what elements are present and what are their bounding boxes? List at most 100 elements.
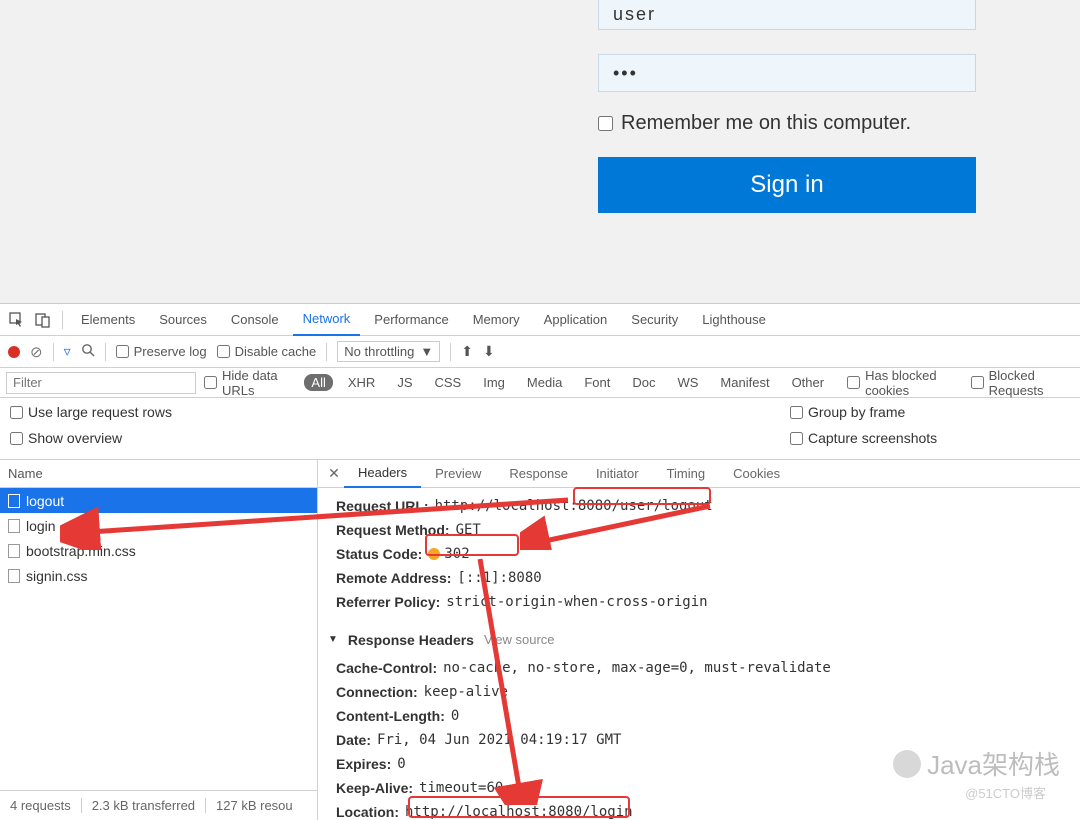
label: Date: <box>336 728 371 752</box>
tab-application[interactable]: Application <box>534 304 618 336</box>
devtools-tabs: Elements Sources Console Network Perform… <box>0 304 1080 336</box>
capture-screenshots-label: Capture screenshots <box>808 430 937 446</box>
filter-type-media[interactable]: Media <box>520 374 569 391</box>
label: Connection: <box>336 680 418 704</box>
label: Remote Address: <box>336 566 451 590</box>
show-overview-label: Show overview <box>28 430 122 446</box>
tab-console[interactable]: Console <box>221 304 289 336</box>
filter-type-doc[interactable]: Doc <box>625 374 662 391</box>
blocked-requests-checkbox[interactable]: Blocked Requests <box>971 368 1074 398</box>
label: Status Code: <box>336 542 422 566</box>
remote-address-line: Remote Address:[::1]:8080 <box>328 566 1070 590</box>
section-label: Response Headers <box>348 628 474 652</box>
detail-tab-timing[interactable]: Timing <box>653 460 720 488</box>
value: Fri, 04 Jun 2021 04:19:17 GMT <box>377 728 621 752</box>
separator <box>105 343 106 361</box>
capture-screenshots-checkbox[interactable]: Capture screenshots <box>790 430 1070 446</box>
label: Request URL: <box>336 494 429 518</box>
request-list: logout login bootstrap.min.css signin.cs… <box>0 488 317 790</box>
filter-input[interactable] <box>6 372 196 394</box>
has-blocked-cookies-checkbox[interactable]: Has blocked cookies <box>847 368 963 398</box>
filter-type-all[interactable]: All <box>304 374 332 391</box>
label: Cache-Control: <box>336 656 437 680</box>
throttling-value: No throttling <box>344 344 414 359</box>
filter-type-ws[interactable]: WS <box>670 374 705 391</box>
cache-control-line: Cache-Control:no-cache, no-store, max-ag… <box>328 656 1070 680</box>
hide-data-urls-label: Hide data URLs <box>222 368 296 398</box>
request-row-signin[interactable]: signin.css <box>0 563 317 588</box>
download-har-icon[interactable]: ⬇ <box>483 343 495 360</box>
request-name: logout <box>26 493 64 509</box>
record-button[interactable] <box>8 346 20 358</box>
upload-har-icon[interactable]: ⬆ <box>461 343 473 360</box>
group-by-frame-checkbox[interactable]: Group by frame <box>790 404 1070 420</box>
inspect-icon[interactable] <box>6 312 28 328</box>
clear-button[interactable]: ⊘ <box>30 343 43 361</box>
request-detail-column: ✕ Headers Preview Response Initiator Tim… <box>318 460 1080 820</box>
tab-performance[interactable]: Performance <box>364 304 458 336</box>
preserve-log-checkbox[interactable]: Preserve log <box>116 344 207 359</box>
view-source-link[interactable]: View source <box>484 628 555 652</box>
remember-me-checkbox[interactable] <box>598 116 613 131</box>
tab-network[interactable]: Network <box>293 304 361 336</box>
filter-type-other[interactable]: Other <box>785 374 832 391</box>
large-rows-checkbox[interactable]: Use large request rows <box>10 404 790 420</box>
tab-memory[interactable]: Memory <box>463 304 530 336</box>
detail-tab-headers[interactable]: Headers <box>344 460 421 488</box>
close-detail-button[interactable]: ✕ <box>324 465 344 482</box>
tab-lighthouse[interactable]: Lighthouse <box>692 304 776 336</box>
detail-tab-cookies[interactable]: Cookies <box>719 460 794 488</box>
keep-alive-line: Keep-Alive:timeout=60 <box>328 776 1070 800</box>
label: Expires: <box>336 752 391 776</box>
request-row-login[interactable]: login <box>0 513 317 538</box>
filter-type-css[interactable]: CSS <box>428 374 469 391</box>
tab-security[interactable]: Security <box>621 304 688 336</box>
search-icon[interactable] <box>81 343 95 360</box>
remember-me-row[interactable]: Remember me on this computer. <box>598 112 976 135</box>
filter-type-manifest[interactable]: Manifest <box>713 374 776 391</box>
request-name: bootstrap.min.css <box>26 543 136 559</box>
password-field[interactable] <box>598 54 976 92</box>
detail-tab-response[interactable]: Response <box>495 460 582 488</box>
value: strict-origin-when-cross-origin <box>446 590 707 614</box>
file-icon <box>8 569 20 583</box>
status-footer: 4 requests 2.3 kB transferred 127 kB res… <box>0 790 317 820</box>
network-options: Use large request rows Show overview Gro… <box>0 398 1080 460</box>
request-row-bootstrap[interactable]: bootstrap.min.css <box>0 538 317 563</box>
label: Location: <box>336 800 399 820</box>
status-dot-icon <box>428 548 440 560</box>
name-column-header[interactable]: Name <box>0 460 317 488</box>
response-headers-section[interactable]: ▼ Response Headers View source <box>328 628 1070 652</box>
tab-elements[interactable]: Elements <box>71 304 145 336</box>
request-row-logout[interactable]: logout <box>0 488 317 513</box>
request-name: login <box>26 518 56 534</box>
value: http://localhost:8080/user/logout <box>435 494 713 518</box>
file-icon <box>8 544 20 558</box>
disable-cache-checkbox[interactable]: Disable cache <box>217 344 317 359</box>
value: GET <box>456 518 481 542</box>
preserve-log-label: Preserve log <box>134 344 207 359</box>
tab-sources[interactable]: Sources <box>149 304 217 336</box>
filter-type-img[interactable]: Img <box>476 374 512 391</box>
filter-type-xhr[interactable]: XHR <box>341 374 382 391</box>
detail-tab-preview[interactable]: Preview <box>421 460 495 488</box>
show-overview-checkbox[interactable]: Show overview <box>10 430 790 446</box>
filter-type-font[interactable]: Font <box>577 374 617 391</box>
network-toolbar: ⊘ ▿ Preserve log Disable cache No thrott… <box>0 336 1080 368</box>
filter-toggle-icon[interactable]: ▿ <box>64 343 71 360</box>
has-blocked-cookies-label: Has blocked cookies <box>865 368 963 398</box>
login-form: Remember me on this computer. Sign in <box>598 0 976 213</box>
device-toggle-icon[interactable] <box>32 312 54 328</box>
hide-data-urls-checkbox[interactable]: Hide data URLs <box>204 368 296 398</box>
value: http://localhost:8080/login <box>405 800 633 820</box>
date-line: Date:Fri, 04 Jun 2021 04:19:17 GMT <box>328 728 1070 752</box>
value: no-cache, no-store, max-age=0, must-reva… <box>443 656 831 680</box>
username-field[interactable] <box>598 0 976 30</box>
filter-type-js[interactable]: JS <box>390 374 419 391</box>
throttling-dropdown[interactable]: No throttling▼ <box>337 341 440 362</box>
detail-tab-initiator[interactable]: Initiator <box>582 460 653 488</box>
signin-button[interactable]: Sign in <box>598 157 976 213</box>
content-length-line: Content-Length:0 <box>328 704 1070 728</box>
label: Keep-Alive: <box>336 776 413 800</box>
page-content: Remember me on this computer. Sign in <box>0 0 1080 303</box>
